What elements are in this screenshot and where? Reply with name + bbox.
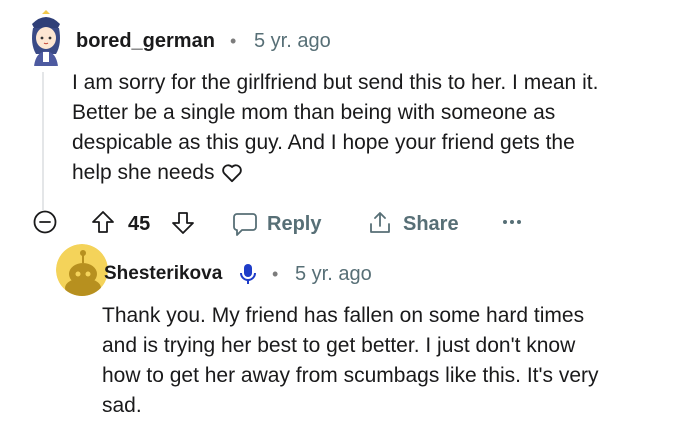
reply-timestamp[interactable]: 5 yr. ago — [295, 262, 372, 286]
more-dots-icon — [503, 220, 521, 224]
heart-icon — [222, 164, 243, 183]
comment-body-line-text: help she needs — [72, 161, 215, 184]
share-icon — [367, 210, 393, 236]
snoo-avatar-icon — [56, 244, 108, 296]
comment-body-line: Better be a single mom than being with s… — [72, 101, 556, 124]
reply-avatar[interactable] — [56, 244, 108, 296]
reply-username[interactable]: Shesterikova — [104, 262, 222, 286]
more-options-button[interactable] — [502, 218, 522, 226]
comment-body-line: despicable as this guy. And I hope your … — [72, 131, 575, 154]
reply-body-line: Thank you. My friend has fallen on some … — [102, 304, 585, 327]
reply-label[interactable]: Reply — [267, 212, 321, 236]
upvote-button[interactable] — [90, 209, 116, 235]
chat-bubble-icon — [232, 211, 258, 237]
comment-timestamp[interactable]: 5 yr. ago — [254, 29, 331, 53]
anime-avatar-icon — [26, 10, 66, 66]
downvote-button[interactable] — [170, 210, 196, 236]
minus-circle-icon — [33, 210, 57, 234]
comment-body: I am sorry for the girlfriend but send t… — [72, 68, 598, 188]
collapse-button[interactable] — [33, 210, 57, 234]
vote-count: 45 — [128, 213, 151, 235]
thread-line[interactable] — [42, 72, 44, 210]
meta-separator: • — [230, 31, 237, 51]
microphone-icon — [238, 262, 258, 286]
comment-body-line: help she needs — [72, 158, 598, 188]
downvote-arrow-icon — [172, 212, 194, 234]
share-label[interactable]: Share — [403, 212, 459, 236]
reply-body-line: how to get her away from scumbags like t… — [102, 364, 599, 387]
avatar[interactable] — [26, 10, 66, 66]
meta-separator: • — [272, 264, 279, 284]
reply-body-line: sad. — [102, 394, 142, 417]
upvote-arrow-icon — [92, 211, 114, 233]
reply-body-line: and is trying her best to get better. I … — [102, 334, 576, 357]
comment-body-line: I am sorry for the girlfriend but send t… — [72, 71, 599, 94]
comment-username[interactable]: bored_german — [76, 29, 215, 53]
reply-body: Thank you. My friend has fallen on some … — [102, 301, 599, 421]
